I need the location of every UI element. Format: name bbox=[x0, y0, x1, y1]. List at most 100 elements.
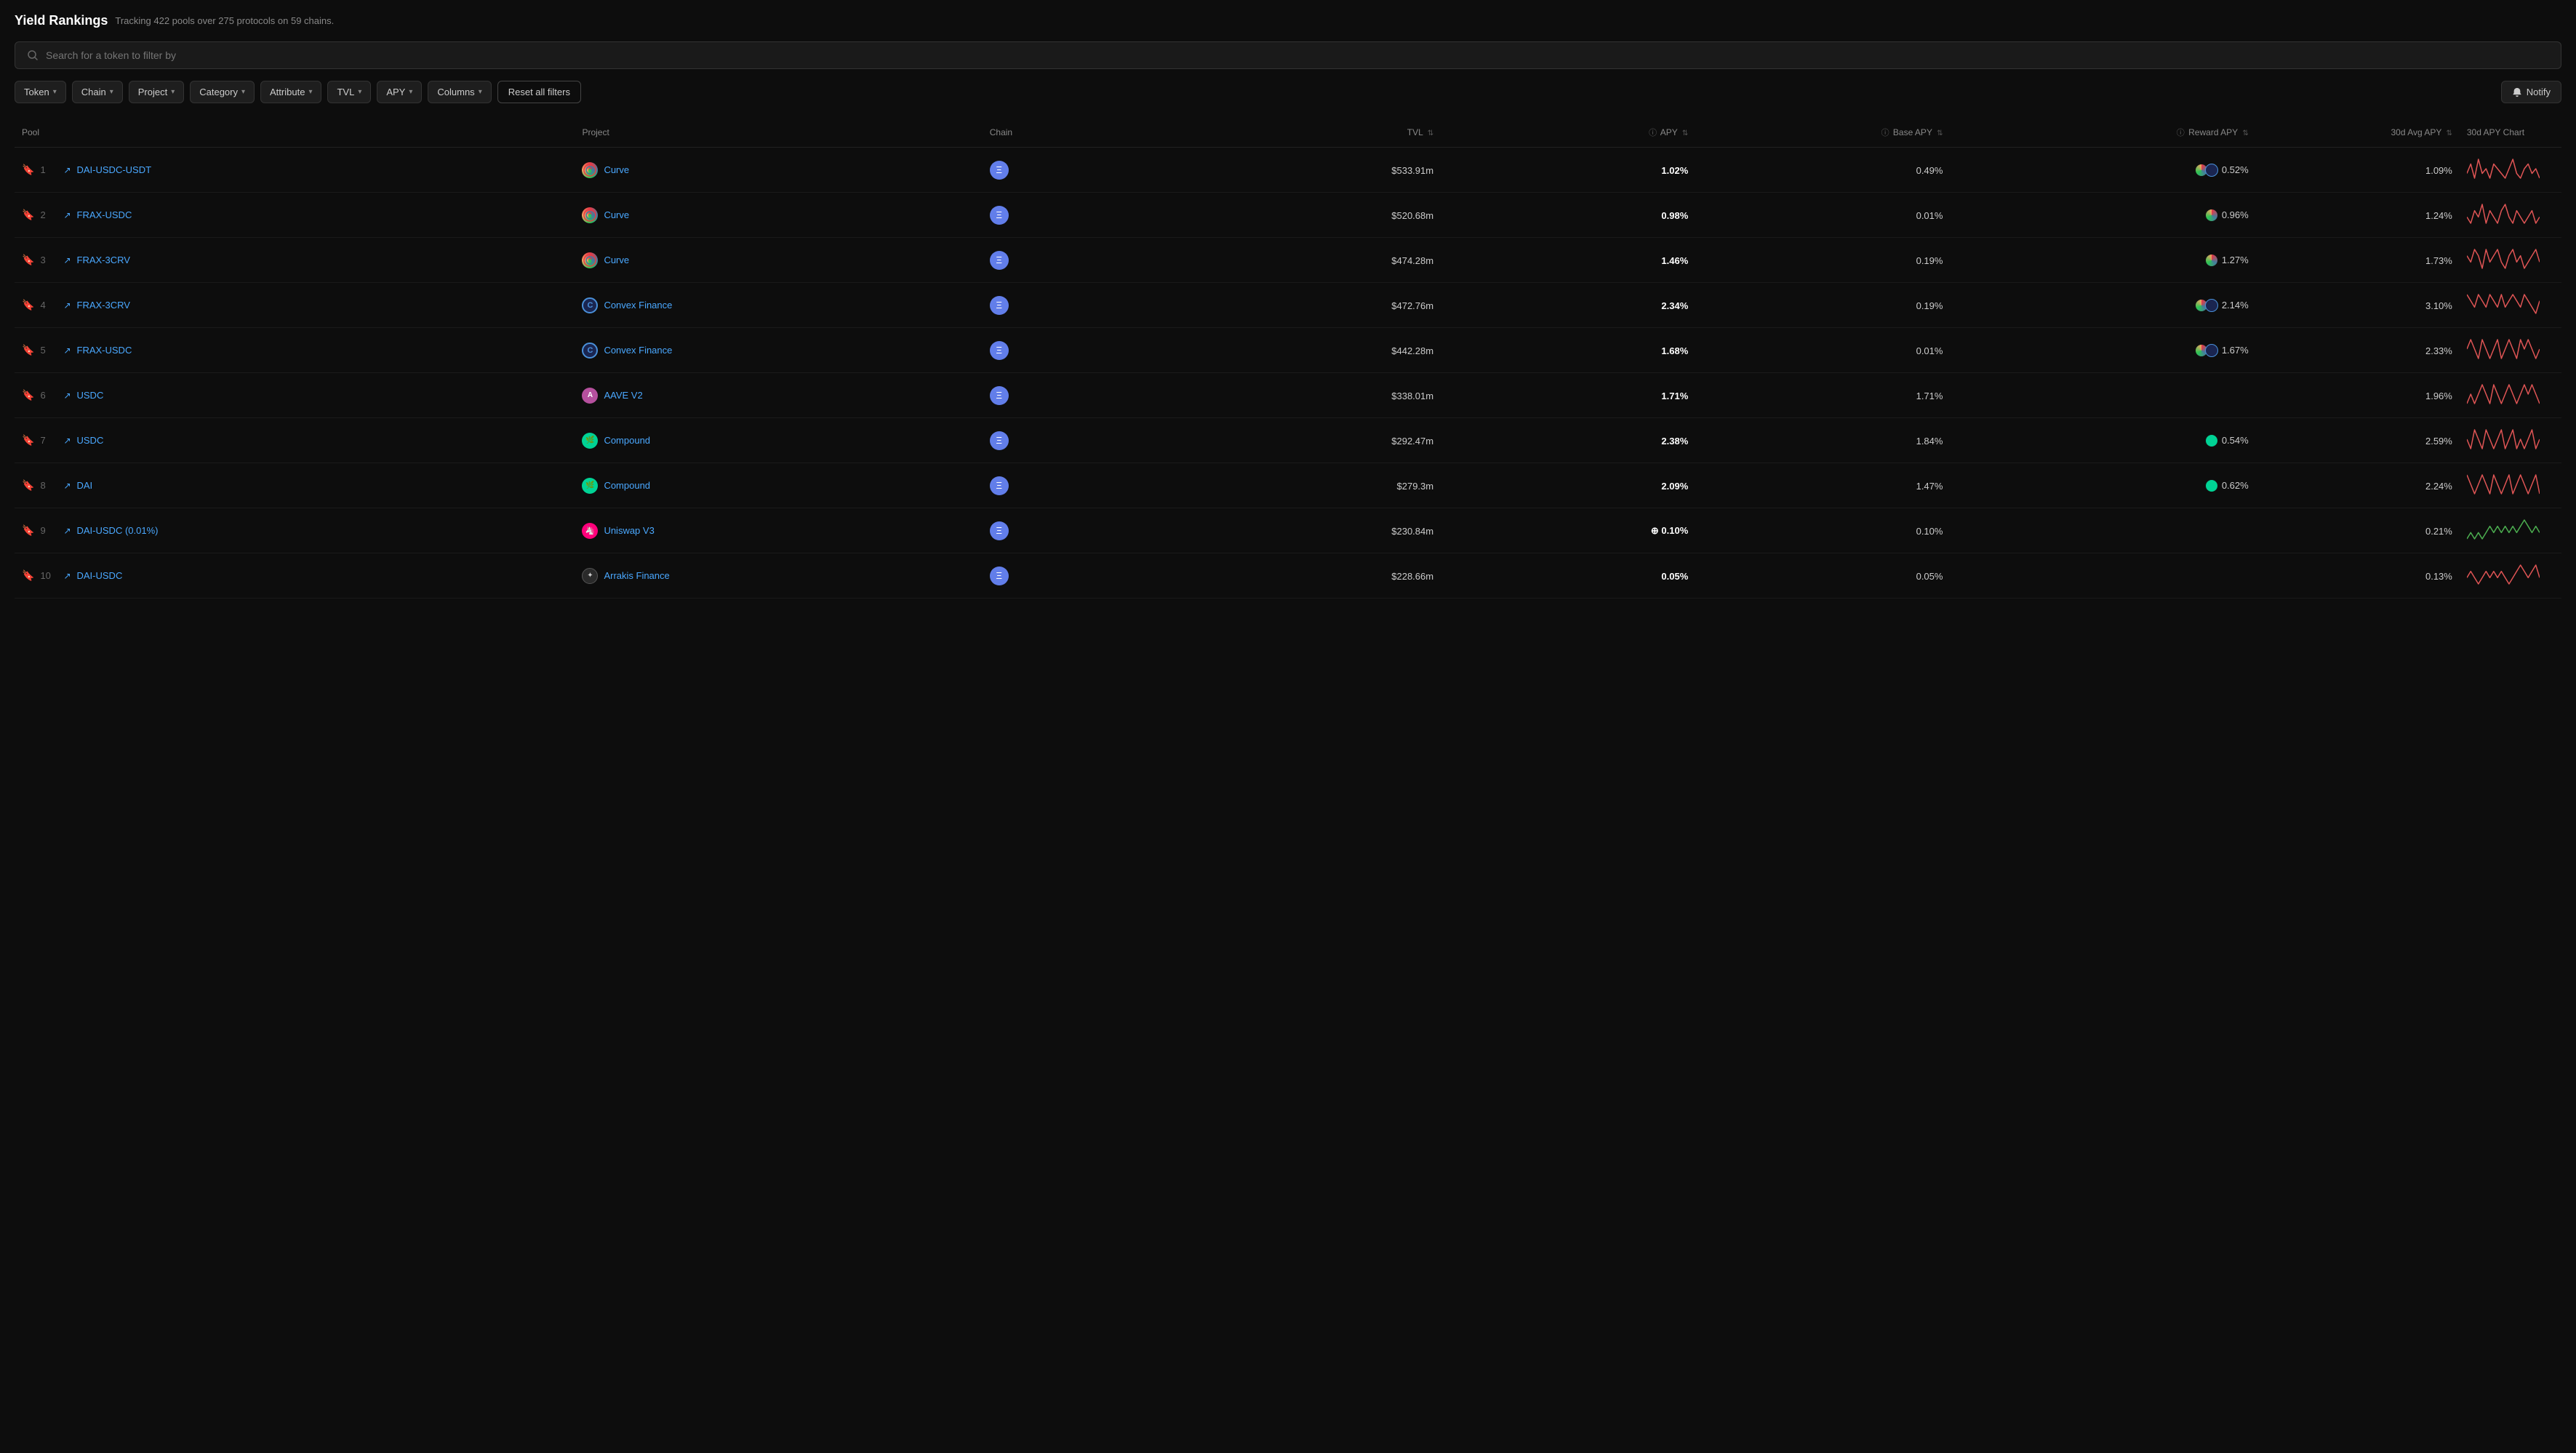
project-cell: ✦ Arrakis Finance bbox=[575, 553, 982, 599]
base-apy-value: 1.71% bbox=[1695, 373, 1950, 418]
sort-icon: ⇅ bbox=[2242, 129, 2248, 137]
sort-icon: ⇅ bbox=[1682, 129, 1688, 137]
chain-icon: Ξ bbox=[990, 341, 1009, 360]
page-subtitle: Tracking 422 pools over 275 protocols on… bbox=[115, 15, 334, 26]
table-row: 🔖 10 ↗ DAI-USDC ✦ Arrakis Finance Ξ$228.… bbox=[15, 553, 2561, 599]
reset-filters-button[interactable]: Reset all filters bbox=[497, 81, 581, 103]
filter-apy[interactable]: APY ▾ bbox=[377, 81, 422, 103]
filter-attribute[interactable]: Attribute ▾ bbox=[260, 81, 321, 103]
30d-chart bbox=[2460, 193, 2561, 238]
pool-name[interactable]: DAI bbox=[77, 480, 93, 491]
table-row: 🔖 6 ↗ USDC A AAVE V2 Ξ$338.01m1.71%1.71%… bbox=[15, 373, 2561, 418]
filter-category[interactable]: Category ▾ bbox=[190, 81, 255, 103]
bookmark-icon[interactable]: 🔖 bbox=[22, 299, 34, 311]
project-name[interactable]: Uniswap V3 bbox=[604, 525, 654, 536]
bookmark-icon[interactable]: 🔖 bbox=[22, 524, 34, 537]
table-row: 🔖 1 ↗ DAI-USDC-USDT Curve Ξ$533.91m1.02%… bbox=[15, 148, 2561, 193]
bookmark-icon[interactable]: 🔖 bbox=[22, 479, 34, 492]
filter-tvl[interactable]: TVL ▾ bbox=[327, 81, 371, 103]
project-name[interactable]: Curve bbox=[604, 164, 629, 175]
bookmark-icon[interactable]: 🔖 bbox=[22, 344, 34, 356]
bookmark-icon[interactable]: 🔖 bbox=[22, 389, 34, 401]
col-header-30d-avg[interactable]: 30d Avg APY ⇅ bbox=[2256, 118, 2460, 148]
chain-icon: Ξ bbox=[990, 251, 1009, 270]
external-link-icon[interactable]: ↗ bbox=[63, 210, 71, 220]
col-header-project: Project bbox=[575, 118, 982, 148]
pool-name[interactable]: FRAX-3CRV bbox=[77, 300, 130, 311]
filter-chain[interactable]: Chain ▾ bbox=[72, 81, 123, 103]
tvl-value: $520.68m bbox=[1186, 193, 1441, 238]
reward-icon-c bbox=[2205, 299, 2218, 312]
external-link-icon[interactable]: ↗ bbox=[63, 345, 71, 356]
30d-chart bbox=[2460, 553, 2561, 599]
pool-name[interactable]: FRAX-USDC bbox=[77, 209, 132, 220]
table-row: 🔖 3 ↗ FRAX-3CRV Curve Ξ$474.28m1.46%0.19… bbox=[15, 238, 2561, 283]
chain-cell: Ξ bbox=[983, 508, 1186, 553]
pool-cell: 🔖 3 ↗ FRAX-3CRV bbox=[15, 238, 575, 283]
project-name[interactable]: Curve bbox=[604, 209, 629, 220]
30d-avg-apy-value: 2.33% bbox=[2256, 328, 2460, 373]
project-name[interactable]: Arrakis Finance bbox=[604, 570, 669, 581]
pool-name[interactable]: USDC bbox=[77, 390, 104, 401]
search-bar[interactable] bbox=[15, 41, 2561, 69]
apy-value: 1.71% bbox=[1441, 373, 1695, 418]
notify-button[interactable]: Notify bbox=[2501, 81, 2561, 103]
col-header-base-apy[interactable]: ⓘ Base APY ⇅ bbox=[1695, 118, 1950, 148]
chevron-down-icon: ▾ bbox=[308, 88, 312, 96]
pool-cell: 🔖 4 ↗ FRAX-3CRV bbox=[15, 283, 575, 328]
30d-chart bbox=[2460, 238, 2561, 283]
bookmark-icon[interactable]: 🔖 bbox=[22, 569, 34, 582]
pool-name[interactable]: DAI-USDC-USDT bbox=[77, 164, 152, 175]
external-link-icon[interactable]: ↗ bbox=[63, 391, 71, 401]
apy-value: 2.34% bbox=[1441, 283, 1695, 328]
pool-name[interactable]: FRAX-3CRV bbox=[77, 255, 130, 265]
col-header-reward-apy[interactable]: ⓘ Reward APY ⇅ bbox=[1950, 118, 2255, 148]
bookmark-icon[interactable]: 🔖 bbox=[22, 254, 34, 266]
external-link-icon[interactable]: ↗ bbox=[63, 436, 71, 446]
pool-name[interactable]: FRAX-USDC bbox=[77, 345, 132, 356]
bookmark-icon[interactable]: 🔖 bbox=[22, 209, 34, 221]
pool-cell: 🔖 8 ↗ DAI bbox=[15, 463, 575, 508]
reward-apy-cell bbox=[1950, 373, 2255, 418]
project-name[interactable]: Compound bbox=[604, 435, 650, 446]
30d-avg-apy-value: 0.21% bbox=[2256, 508, 2460, 553]
external-link-icon[interactable]: ↗ bbox=[63, 165, 71, 175]
reward-apy-cell: 1.27% bbox=[1950, 238, 2255, 283]
30d-avg-apy-value: 3.10% bbox=[2256, 283, 2460, 328]
base-apy-value: 0.49% bbox=[1695, 148, 1950, 193]
project-name[interactable]: AAVE V2 bbox=[604, 390, 642, 401]
filter-project[interactable]: Project ▾ bbox=[129, 81, 185, 103]
project-cell: 🌿 Compound bbox=[575, 463, 982, 508]
30d-avg-apy-value: 1.96% bbox=[2256, 373, 2460, 418]
bookmark-icon[interactable]: 🔖 bbox=[22, 434, 34, 447]
chevron-down-icon: ▾ bbox=[171, 88, 175, 96]
external-link-icon[interactable]: ↗ bbox=[63, 526, 71, 536]
project-name[interactable]: Convex Finance bbox=[604, 345, 672, 356]
chain-cell: Ξ bbox=[983, 148, 1186, 193]
bookmark-icon[interactable]: 🔖 bbox=[22, 164, 34, 176]
project-name[interactable]: Curve bbox=[604, 255, 629, 265]
30d-chart bbox=[2460, 508, 2561, 553]
col-header-apy[interactable]: ⓘ APY ⇅ bbox=[1441, 118, 1695, 148]
project-name[interactable]: Compound bbox=[604, 480, 650, 491]
project-cell: Curve bbox=[575, 193, 982, 238]
external-link-icon[interactable]: ↗ bbox=[63, 481, 71, 491]
external-link-icon[interactable]: ↗ bbox=[63, 571, 71, 581]
external-link-icon[interactable]: ↗ bbox=[63, 300, 71, 311]
project-name[interactable]: Convex Finance bbox=[604, 300, 672, 311]
pool-name[interactable]: USDC bbox=[77, 435, 104, 446]
chevron-down-icon: ▾ bbox=[479, 88, 482, 96]
filter-token[interactable]: Token ▾ bbox=[15, 81, 66, 103]
col-header-tvl[interactable]: TVL ⇅ bbox=[1186, 118, 1441, 148]
pool-cell: 🔖 1 ↗ DAI-USDC-USDT bbox=[15, 148, 575, 193]
pool-name[interactable]: DAI-USDC bbox=[77, 570, 123, 581]
apy-value: 2.09% bbox=[1441, 463, 1695, 508]
base-apy-value: 0.19% bbox=[1695, 283, 1950, 328]
chain-cell: Ξ bbox=[983, 418, 1186, 463]
filter-columns[interactable]: Columns ▾ bbox=[428, 81, 491, 103]
reward-icon-c bbox=[2205, 344, 2218, 357]
tvl-value: $279.3m bbox=[1186, 463, 1441, 508]
search-input[interactable] bbox=[46, 49, 2549, 61]
pool-name[interactable]: DAI-USDC (0.01%) bbox=[77, 525, 159, 536]
external-link-icon[interactable]: ↗ bbox=[63, 255, 71, 265]
